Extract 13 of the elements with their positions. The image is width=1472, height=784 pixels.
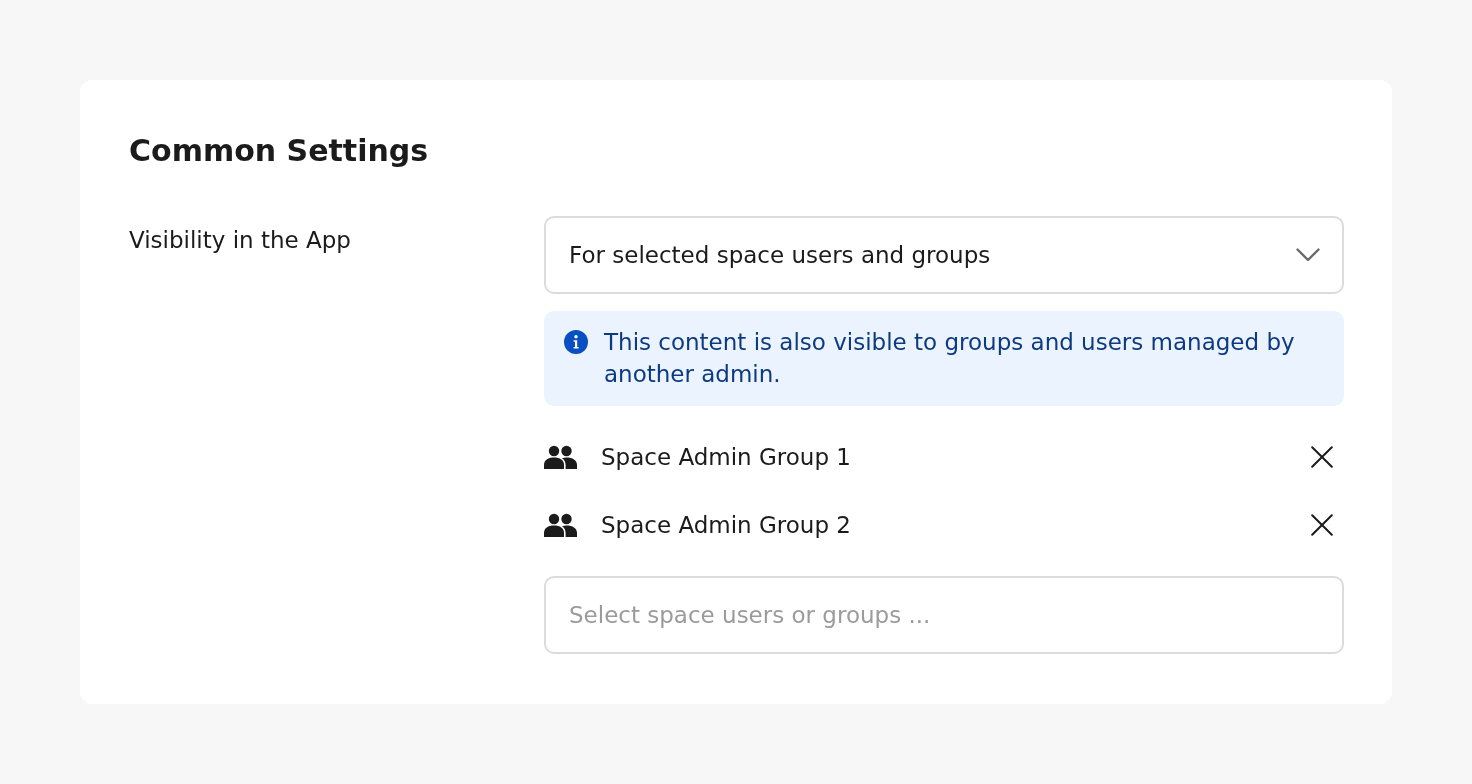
- group-name: Space Admin Group 1: [601, 443, 852, 472]
- group-icon: [544, 445, 577, 469]
- close-icon: [1311, 446, 1333, 468]
- section-title: Common Settings: [129, 132, 429, 170]
- field-label: Visibility in the App: [129, 226, 351, 255]
- chevron-down-icon: [1296, 248, 1320, 262]
- close-icon: [1311, 514, 1333, 536]
- user-group-search-field[interactable]: Select space users or groups ...: [544, 576, 1344, 654]
- visibility-dropdown[interactable]: For selected space users and groups: [544, 216, 1344, 294]
- group-icon: [544, 513, 577, 537]
- info-icon: [564, 330, 588, 354]
- notice-text: This content is also visible to groups and users managed by another admin.: [604, 328, 1296, 389]
- group-name: Space Admin Group 2: [601, 511, 852, 540]
